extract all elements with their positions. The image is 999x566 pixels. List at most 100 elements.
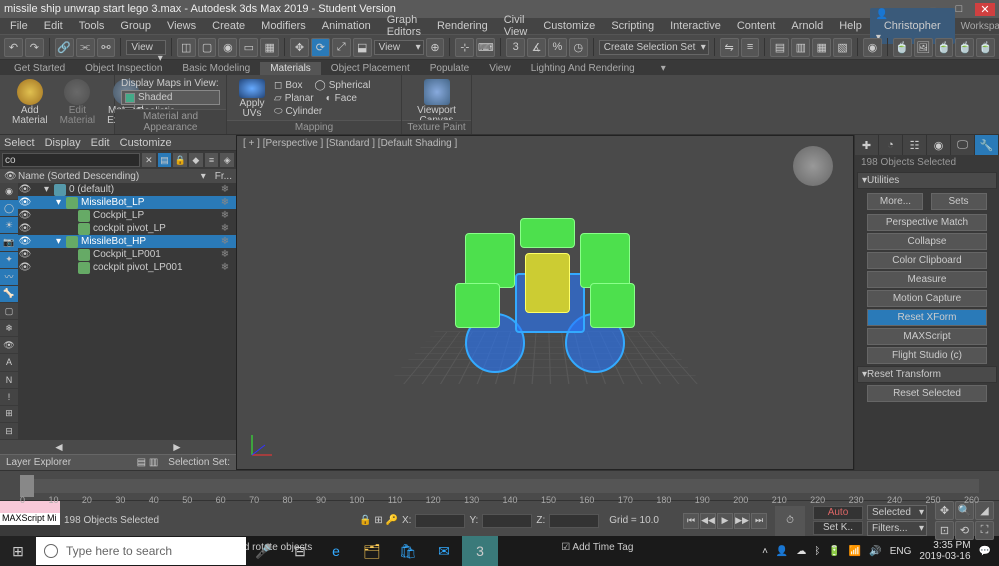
modify-tab[interactable]: ◔ [879, 135, 903, 155]
filter-collapse-icon[interactable]: ⊟ [0, 423, 18, 440]
menu-help[interactable]: Help [831, 20, 870, 32]
volume-icon[interactable]: 🔊 [869, 546, 881, 557]
ribtab-lighting[interactable]: Lighting And Rendering [521, 62, 645, 75]
apply-uvs-button[interactable]: Apply UVs [233, 77, 271, 121]
onedrive-icon[interactable]: ☁ [796, 546, 806, 557]
display-tab[interactable]: 🖵 [951, 135, 975, 155]
freeze-icon[interactable]: ❄ [218, 262, 232, 273]
play-button[interactable]: ▶ [717, 513, 733, 529]
y-coord-input[interactable] [482, 514, 532, 528]
cylinder-uv-button[interactable]: ⬭ Cylinder [271, 105, 373, 118]
prev-frame-button[interactable]: ◀◀ [700, 513, 716, 529]
key-target-dropdown[interactable]: Selected [867, 505, 927, 520]
menu-rendering[interactable]: Rendering [429, 20, 496, 32]
nav-orbit-icon[interactable]: ⟲ [955, 521, 974, 540]
tree-row[interactable]: 👁 ▾ MissileBot_HP ❄ [18, 235, 236, 248]
explorer-select[interactable]: Select [4, 137, 35, 149]
more-button[interactable]: More... [867, 193, 923, 210]
ribbon-expand-icon[interactable]: ▾ [651, 62, 676, 75]
layers-button[interactable]: ▤ [770, 38, 789, 57]
close-button[interactable]: ✕ [975, 3, 995, 16]
tree-row[interactable]: 👁 cockpit pivot_LP ❄ [18, 222, 236, 235]
filter-hidden-icon[interactable]: 👁 [0, 337, 18, 354]
explorer-header[interactable]: 👁 Name (Sorted Descending) ▾ Fr... [0, 169, 236, 183]
time-slider-head[interactable] [20, 475, 34, 497]
select-paint-button[interactable]: ◉ [218, 38, 237, 57]
battery-icon[interactable]: 🔋 [828, 546, 840, 557]
next-frame-button[interactable]: ▶▶ [734, 513, 750, 529]
tree-row[interactable]: 👁 cockpit pivot_LP001 ❄ [18, 261, 236, 274]
angle-snap-button[interactable]: ∡ [527, 38, 546, 57]
utilities-tab[interactable]: 🔧 [975, 135, 999, 155]
edge-icon[interactable]: e [318, 536, 354, 566]
filter-expand-icon[interactable]: ⊞ [0, 406, 18, 423]
visibility-icon[interactable]: 👁 [18, 223, 32, 234]
filter-3-icon[interactable]: ◆ [189, 153, 203, 167]
add-material-button[interactable]: Add Material [6, 77, 54, 128]
menu-arnold[interactable]: Arnold [783, 20, 831, 32]
filter-geo-icon[interactable]: ◉ [0, 183, 18, 200]
clock-date[interactable]: 2019-03-16 [919, 551, 970, 562]
menu-animation[interactable]: Animation [314, 20, 379, 32]
menu-grapheditors[interactable]: Graph Editors [379, 14, 429, 38]
unlink-button[interactable]: ⫘ [76, 38, 95, 57]
rotate-button[interactable]: ⟳ [311, 38, 330, 57]
redo-button[interactable]: ↷ [25, 38, 44, 57]
filter-bone-icon[interactable]: 🦴 [0, 286, 18, 303]
mic-icon[interactable]: 🎤 [246, 536, 282, 566]
reset-selected-button[interactable]: Reset Selected [867, 385, 987, 402]
bind-button[interactable]: ⚯ [97, 38, 116, 57]
explorer-search-input[interactable] [2, 153, 140, 167]
utility-collapse[interactable]: Collapse [867, 233, 987, 250]
reset-transform-rollout[interactable]: Reset Transform [857, 366, 997, 383]
filter-camera-icon[interactable]: 📷 [0, 234, 18, 251]
utility-motion-capture[interactable]: Motion Capture [867, 290, 987, 307]
explorer-edit[interactable]: Edit [91, 137, 110, 149]
ribtab-view[interactable]: View [479, 62, 521, 75]
filter-5-icon[interactable]: ◈ [220, 153, 234, 167]
menu-edit[interactable]: Edit [36, 20, 71, 32]
3dsmax-taskbar-icon[interactable]: 3 [462, 536, 498, 566]
filter-frozen-icon[interactable]: ❄ [0, 320, 18, 337]
mapping-label[interactable]: Mapping [227, 120, 401, 134]
menu-civilview[interactable]: Civil View [496, 14, 536, 38]
motion-tab[interactable]: ◉ [927, 135, 951, 155]
menu-create[interactable]: Create [204, 20, 253, 32]
scroll-left-icon[interactable]: ◄ [0, 440, 118, 454]
menu-interactive[interactable]: Interactive [662, 20, 729, 32]
mail-icon[interactable]: ✉ [426, 536, 462, 566]
keyboard-button[interactable]: ⌨ [476, 38, 495, 57]
filter-1-icon[interactable]: ▤ [158, 153, 172, 167]
render-frame-button[interactable]: 🖼 [914, 38, 933, 57]
sets-button[interactable]: Sets [931, 193, 987, 210]
material-editor-button[interactable]: ◉ [863, 38, 882, 57]
visibility-icon[interactable]: 👁 [18, 249, 32, 260]
expand-icon[interactable]: ▾ [56, 197, 66, 208]
material-appearance-label[interactable]: Material and Appearance [115, 109, 226, 134]
utility-color-clipboard[interactable]: Color Clipboard [867, 252, 987, 269]
menu-scripting[interactable]: Scripting [603, 20, 662, 32]
x-coord-input[interactable] [415, 514, 465, 528]
select-window-button[interactable]: ▢ [198, 38, 217, 57]
menu-file[interactable]: File [2, 20, 36, 32]
add-time-tag[interactable]: Add Time Tag [572, 542, 633, 553]
pivot-button[interactable]: ⊕ [426, 38, 445, 57]
expand-icon[interactable]: ▾ [44, 184, 54, 195]
select-rect-button[interactable]: ◫ [177, 38, 196, 57]
freeze-icon[interactable]: ❄ [218, 210, 232, 221]
selection-set-dropdown[interactable]: Create Selection Set [599, 40, 709, 55]
visibility-icon[interactable]: 👁 [18, 210, 32, 221]
timeconfig-button[interactable]: ⏱ [775, 506, 805, 536]
render-iter-button[interactable]: 🍵 [976, 38, 995, 57]
tray-up-icon[interactable]: ˄ [762, 546, 768, 557]
select-fence-button[interactable]: ▦ [260, 38, 279, 57]
hierarchy-tab[interactable]: ☷ [903, 135, 927, 155]
system-tray[interactable]: ˄ 👤 ☁ ᛒ 🔋 📶 🔊 ENG 3:35 PM 2019-03-16 💬 [754, 540, 999, 562]
undo-button[interactable]: ↶ [4, 38, 23, 57]
select-lasso-button[interactable]: ▭ [239, 38, 258, 57]
explorer-customize[interactable]: Customize [120, 137, 172, 149]
render-button[interactable]: 🍵 [935, 38, 954, 57]
tree-row[interactable]: 👁 Cockpit_LP001 ❄ [18, 248, 236, 261]
taskbar-search[interactable]: Type here to search [36, 537, 246, 565]
spherical-uv-button[interactable]: ◯ Spherical [312, 79, 374, 92]
